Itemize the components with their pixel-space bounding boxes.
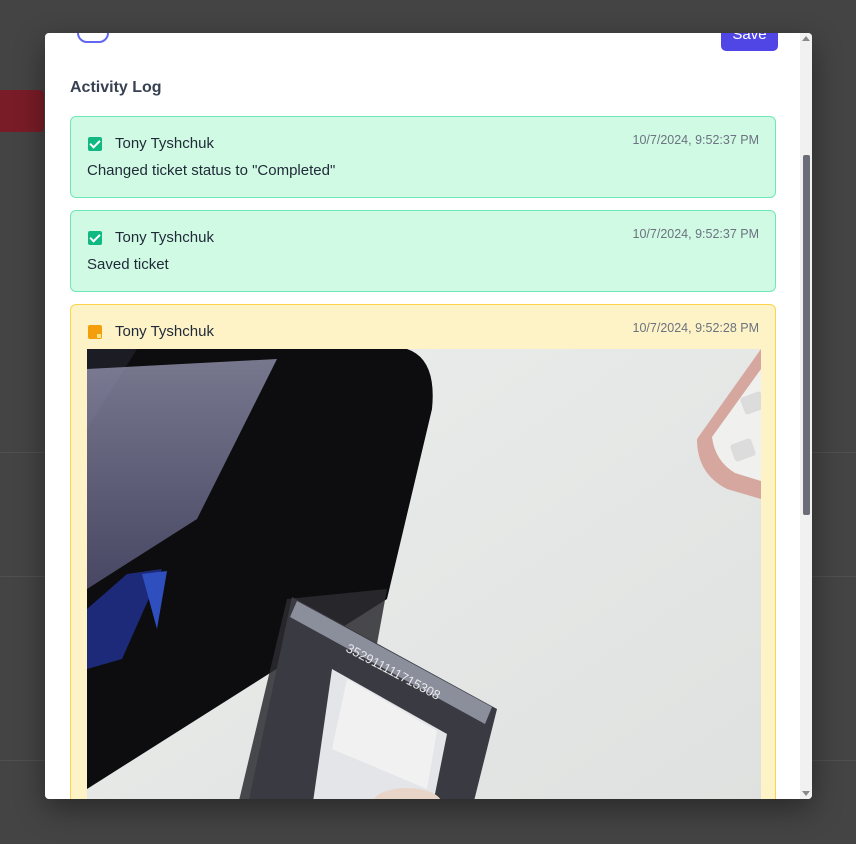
activity-entry-note: Tony Tyshchuk 10/7/2024, 9:52:28 PM 3529… <box>70 304 776 799</box>
scroll-down-arrow-icon[interactable] <box>802 791 810 796</box>
toggle-switch[interactable] <box>77 33 109 43</box>
background-button <box>0 90 44 132</box>
entry-author: Tony Tyshchuk <box>115 229 214 246</box>
scroll-up-arrow-icon[interactable] <box>802 36 810 41</box>
activity-entry: Tony Tyshchuk 10/7/2024, 9:52:37 PM Chan… <box>70 116 776 198</box>
entry-timestamp: 10/7/2024, 9:52:37 PM <box>632 133 759 147</box>
entry-header: Tony Tyshchuk 10/7/2024, 9:52:37 PM <box>87 133 759 155</box>
ticket-modal: Save Activity Log Tony Tyshchuk 10/7/202… <box>45 33 812 799</box>
entry-author: Tony Tyshchuk <box>115 135 214 152</box>
sticky-note-icon <box>88 325 102 339</box>
attachment-photo[interactable]: 352911111715308 <box>87 349 761 799</box>
activity-entry: Tony Tyshchuk 10/7/2024, 9:52:37 PM Save… <box>70 210 776 292</box>
modal-scrollbar[interactable] <box>800 33 812 799</box>
check-square-icon <box>88 137 102 151</box>
check-square-icon <box>88 231 102 245</box>
scroll-thumb[interactable] <box>803 155 810 515</box>
entry-timestamp: 10/7/2024, 9:52:28 PM <box>632 321 759 335</box>
modal-content: Save Activity Log Tony Tyshchuk 10/7/202… <box>45 33 800 799</box>
activity-log-title: Activity Log <box>70 79 162 96</box>
entry-author: Tony Tyshchuk <box>115 323 214 340</box>
entry-header: Tony Tyshchuk 10/7/2024, 9:52:28 PM <box>87 321 759 343</box>
entry-header: Tony Tyshchuk 10/7/2024, 9:52:37 PM <box>87 227 759 249</box>
entry-message: Changed ticket status to "Completed" <box>87 162 336 179</box>
entry-message: Saved ticket <box>87 256 169 273</box>
photo-image: 352911111715308 <box>87 349 761 799</box>
save-button[interactable]: Save <box>721 33 778 51</box>
entry-timestamp: 10/7/2024, 9:52:37 PM <box>632 227 759 241</box>
